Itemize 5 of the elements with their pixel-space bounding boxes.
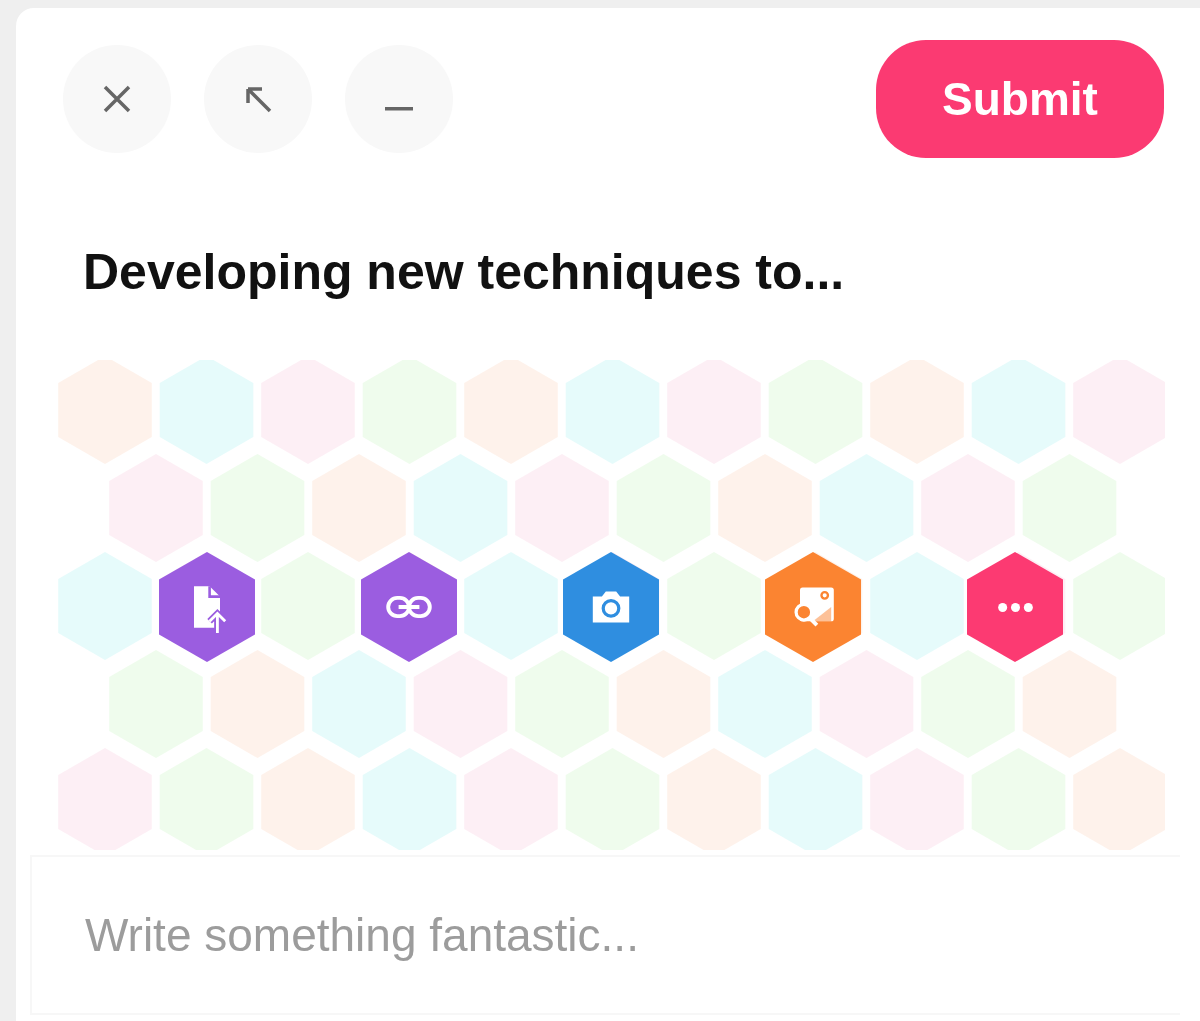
submit-button[interactable]: Submit [876,40,1164,158]
post-title: Developing new techniques to... [83,243,846,302]
text-field[interactable]: Write something fantastic... [30,855,1180,1015]
more-icon [997,602,1033,612]
minimize-icon [385,107,413,111]
